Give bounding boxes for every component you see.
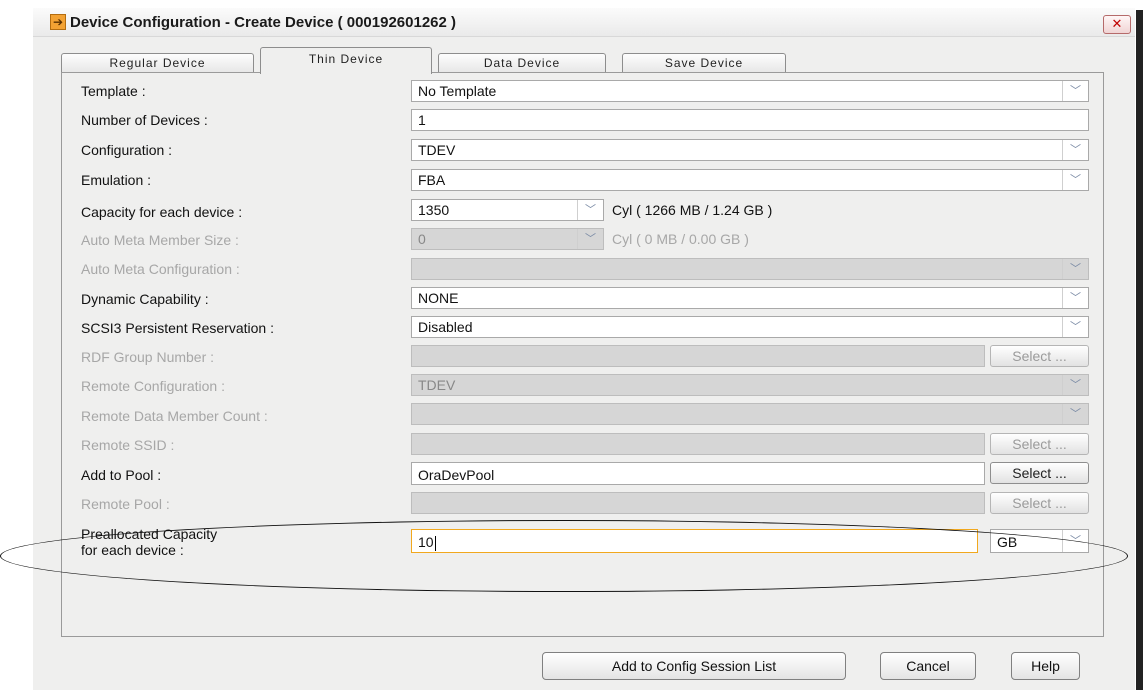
window-title: Device Configuration - Create Device ( 0… — [70, 14, 457, 31]
scsi3-select[interactable]: Disabled ﹀ — [411, 316, 1089, 338]
num-devices-value: 1 — [418, 112, 426, 128]
remote-config-label: Remote Configuration : — [81, 378, 225, 394]
remote-data-member-count-select[interactable]: ﹀ — [411, 403, 1089, 425]
chevron-down-icon[interactable]: ﹀ — [1062, 259, 1088, 279]
close-icon: ✕ — [1111, 16, 1123, 31]
configuration-value: TDEV — [418, 142, 456, 158]
dynamic-capability-label: Dynamic Capability : — [81, 291, 209, 307]
auto-meta-config-select[interactable]: ﹀ — [411, 258, 1089, 280]
add-to-pool-input[interactable]: OraDevPool — [411, 462, 985, 485]
tab-data-device[interactable]: Data Device — [438, 53, 606, 73]
remote-ssid-input[interactable] — [411, 433, 985, 455]
tab-thin-device[interactable]: Thin Device — [260, 47, 432, 74]
dynamic-capability-value: NONE — [418, 290, 459, 306]
remote-pool-label: Remote Pool : — [81, 496, 170, 512]
chevron-down-icon[interactable]: ﹀ — [1062, 81, 1088, 101]
title-bar[interactable]: ➔ Device Configuration - Create Device (… — [33, 8, 1135, 37]
chevron-down-icon[interactable]: ﹀ — [1062, 317, 1088, 337]
scsi3-value: Disabled — [418, 319, 473, 335]
preallocated-unit-value: GB — [997, 534, 1018, 550]
num-devices-input[interactable]: 1 — [411, 109, 1089, 131]
remote-ssid-label: Remote SSID : — [81, 437, 175, 453]
remote-config-select[interactable]: TDEV ﹀ — [411, 374, 1089, 396]
app-icon: ➔ — [50, 14, 66, 30]
scsi3-label: SCSI3 Persistent Reservation : — [81, 320, 274, 336]
remote-pool-input[interactable] — [411, 492, 985, 514]
auto-meta-size-label: Auto Meta Member Size : — [81, 232, 239, 248]
preallocated-value: 10 — [418, 534, 436, 551]
preallocated-label-line1: Preallocated Capacity — [81, 526, 218, 542]
capacity-unit-text: Cyl ( 1266 MB / 1.24 GB ) — [612, 202, 773, 218]
capacity-value: 1350 — [418, 202, 450, 218]
dynamic-capability-select[interactable]: NONE ﹀ — [411, 287, 1089, 309]
remote-config-value: TDEV — [418, 377, 456, 393]
configuration-label: Configuration : — [81, 142, 173, 158]
auto-meta-size-combo[interactable]: 0 ﹀ — [411, 228, 604, 250]
chevron-down-icon[interactable]: ﹀ — [1062, 170, 1088, 190]
cancel-button[interactable]: Cancel — [880, 652, 976, 680]
auto-meta-size-value: 0 — [418, 231, 426, 247]
emulation-value: FBA — [418, 172, 446, 188]
template-label: Template : — [81, 83, 146, 99]
capacity-combo[interactable]: 1350 ﹀ — [411, 199, 604, 221]
close-button[interactable]: ✕ — [1103, 15, 1131, 34]
preallocated-label: Preallocated Capacity for each device : — [81, 526, 217, 558]
template-select[interactable]: No Template ﹀ — [411, 80, 1089, 102]
auto-meta-config-label: Auto Meta Configuration : — [81, 261, 240, 277]
add-to-pool-value: OraDevPool — [418, 467, 495, 483]
template-value: No Template — [418, 83, 497, 99]
remote-pool-select-button[interactable]: Select ... — [990, 492, 1089, 514]
add-to-pool-select-button[interactable]: Select ... — [990, 462, 1089, 484]
chevron-down-icon[interactable]: ﹀ — [577, 229, 603, 249]
rdf-group-label: RDF Group Number : — [81, 349, 215, 365]
auto-meta-size-unit-text: Cyl ( 0 MB / 0.00 GB ) — [612, 231, 749, 247]
rdf-group-input[interactable] — [411, 345, 985, 367]
chevron-down-icon[interactable]: ﹀ — [1062, 140, 1088, 160]
preallocated-label-line2: for each device : — [81, 542, 184, 558]
capacity-label: Capacity for each device : — [81, 204, 243, 220]
add-to-pool-label: Add to Pool : — [81, 467, 162, 483]
remote-ssid-select-button[interactable]: Select ... — [990, 433, 1089, 455]
chevron-down-icon[interactable]: ﹀ — [1062, 375, 1088, 395]
chevron-down-icon[interactable]: ﹀ — [577, 200, 603, 220]
remote-data-member-count-label: Remote Data Member Count : — [81, 408, 268, 424]
rdf-group-select-button[interactable]: Select ... — [990, 345, 1089, 367]
chevron-down-icon[interactable]: ﹀ — [1062, 530, 1088, 552]
preallocated-input[interactable]: 10 — [411, 529, 978, 553]
help-button[interactable]: Help — [1011, 652, 1080, 680]
tab-regular-device[interactable]: Regular Device — [61, 53, 254, 73]
chevron-down-icon[interactable]: ﹀ — [1062, 288, 1088, 308]
chevron-down-icon[interactable]: ﹀ — [1062, 404, 1088, 424]
tab-save-device[interactable]: Save Device — [622, 53, 786, 73]
window-edge — [1136, 10, 1143, 690]
emulation-select[interactable]: FBA ﹀ — [411, 169, 1089, 191]
emulation-label: Emulation : — [81, 172, 152, 188]
add-to-config-session-button[interactable]: Add to Config Session List — [542, 652, 846, 680]
preallocated-unit-select[interactable]: GB ﹀ — [990, 529, 1089, 553]
configuration-select[interactable]: TDEV ﹀ — [411, 139, 1089, 161]
num-devices-label: Number of Devices : — [81, 112, 208, 128]
